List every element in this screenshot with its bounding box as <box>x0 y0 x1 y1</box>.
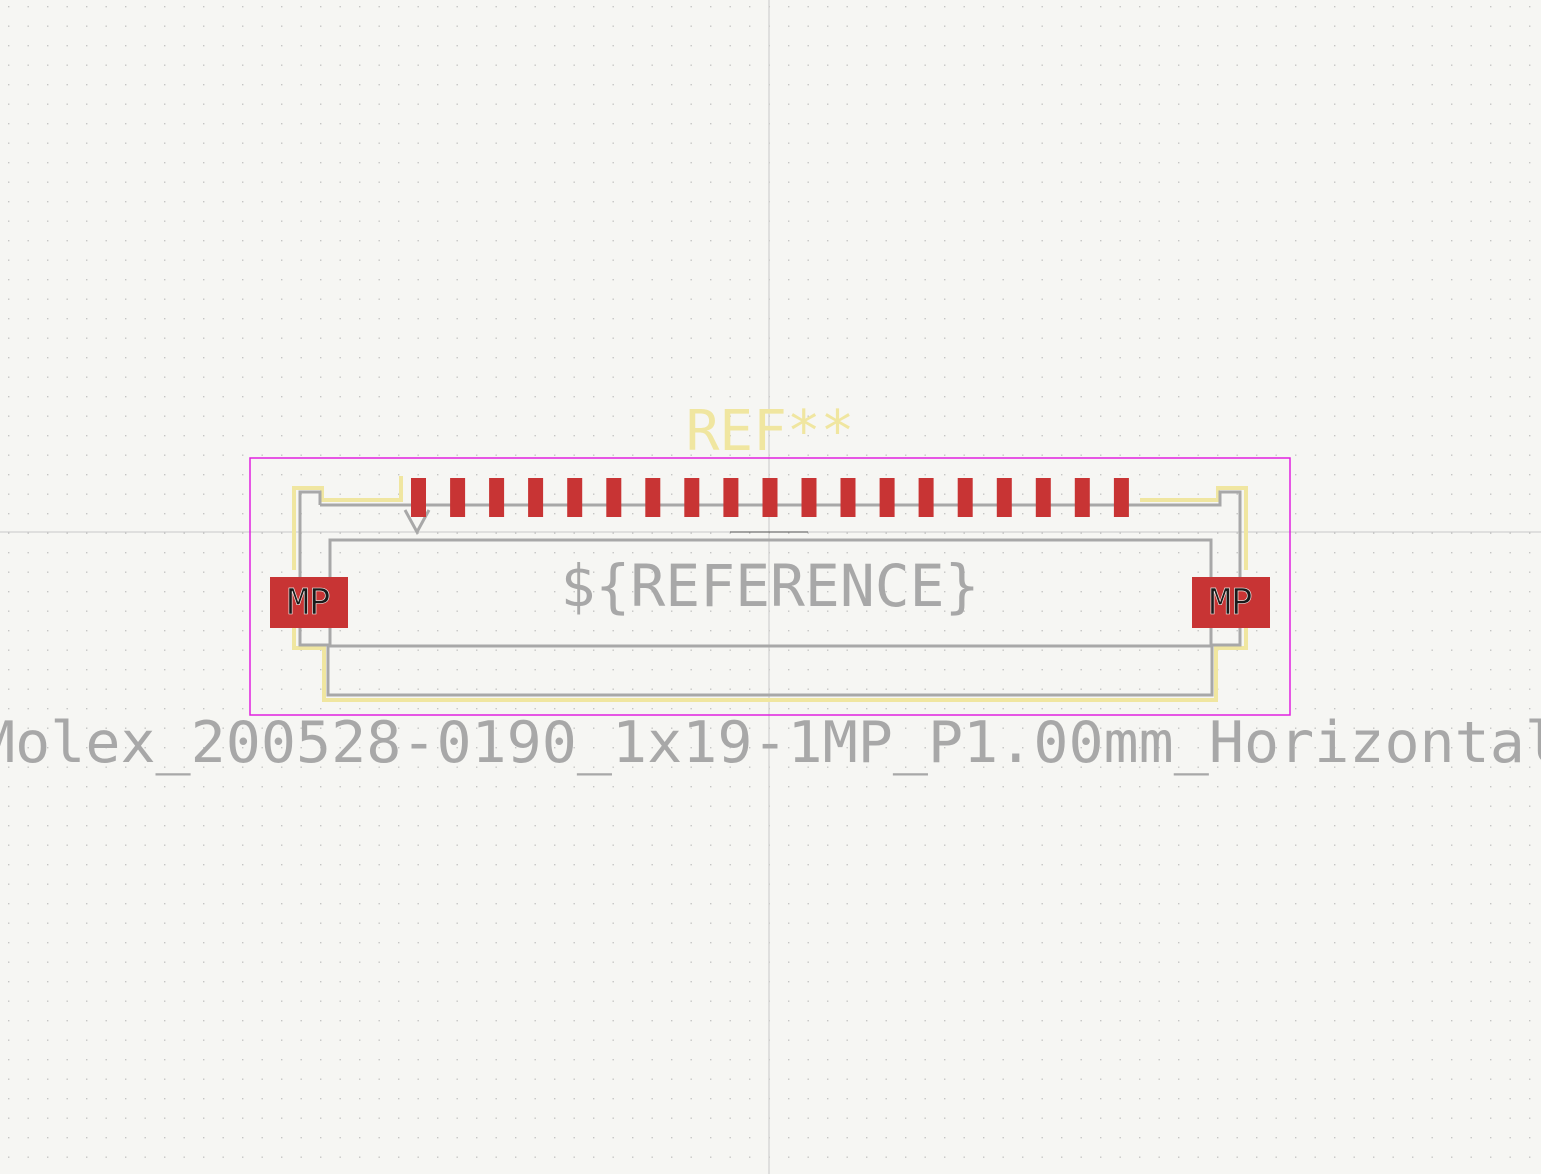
signal-pad <box>450 478 466 517</box>
signal-pad <box>957 478 973 517</box>
silk-right-top <box>1140 486 1248 570</box>
mounting-pad-right-label: MP <box>1209 582 1252 623</box>
signal-pad <box>840 478 856 517</box>
signal-pad <box>567 478 583 517</box>
reference-field-text: ${REFERENCE} <box>560 552 979 620</box>
pcb-footprint-canvas[interactable]: MP MP REF** ${REFERENCE} Molex_200528-01… <box>0 0 1541 1174</box>
signal-pad <box>1074 478 1090 517</box>
signal-pad <box>489 478 505 517</box>
signal-pads <box>411 478 1129 517</box>
signal-pad <box>879 478 895 517</box>
mounting-pad-left: MP <box>270 577 348 628</box>
reference-designator: REF** <box>686 399 855 464</box>
silk-left-top <box>292 476 403 570</box>
silk-left-bottom <box>292 628 769 702</box>
signal-pad <box>528 478 544 517</box>
mounting-pad-left-label: MP <box>287 582 330 623</box>
signal-pad <box>1113 478 1129 517</box>
signal-pad <box>606 478 622 517</box>
signal-pad <box>801 478 817 517</box>
mounting-pad-right: MP <box>1192 577 1270 628</box>
signal-pad <box>762 478 778 517</box>
signal-pad <box>411 478 426 517</box>
signal-pad <box>996 478 1012 517</box>
signal-pad <box>684 478 700 517</box>
silk-right-bottom <box>769 628 1248 702</box>
footprint-value-text: Molex_200528-0190_1x19-1MP_P1.00mm_Horiz… <box>0 710 1541 776</box>
signal-pad <box>918 478 934 517</box>
signal-pad <box>645 478 661 517</box>
signal-pad <box>723 478 739 517</box>
signal-pad <box>1035 478 1051 517</box>
